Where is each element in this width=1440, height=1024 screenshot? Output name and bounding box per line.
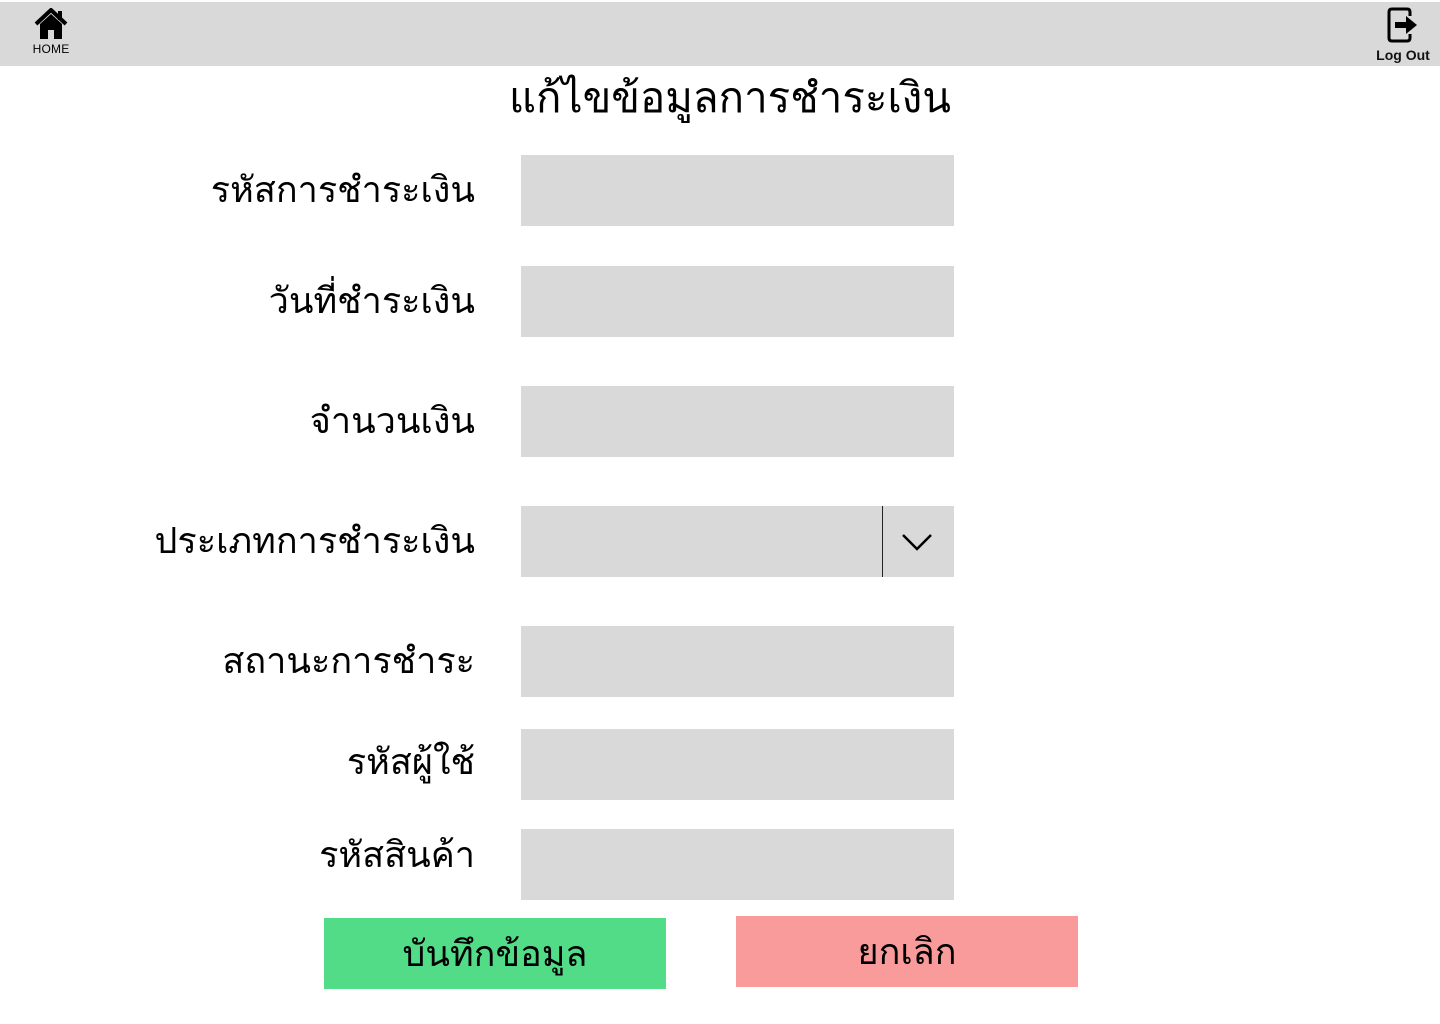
logout-label: Log Out xyxy=(1376,47,1430,63)
page-title: แก้ไขข้อมูลการชำระเงิน xyxy=(508,73,952,122)
payment-id-label: รหัสการชำระเงิน xyxy=(210,170,475,211)
payment-status-input[interactable] xyxy=(521,626,954,697)
user-id-label: รหัสผู้ใช้ xyxy=(346,742,475,783)
logout-icon xyxy=(1387,7,1417,43)
payment-status-label: สถานะการชำระ xyxy=(222,641,475,682)
select-divider xyxy=(882,506,883,577)
cancel-button[interactable]: ยกเลิก xyxy=(736,916,1078,987)
payment-date-label: วันที่ชำระเงิน xyxy=(268,281,475,322)
home-button[interactable]: HOME xyxy=(28,8,74,64)
top-bar: HOME Log Out xyxy=(0,2,1440,66)
payment-id-input[interactable] xyxy=(521,155,954,226)
payment-type-select[interactable] xyxy=(521,506,954,577)
payment-date-input[interactable] xyxy=(521,266,954,337)
amount-label: จำนวนเงิน xyxy=(309,401,475,442)
product-id-input[interactable] xyxy=(521,829,954,900)
logout-button[interactable]: Log Out xyxy=(1370,6,1436,66)
chevron-down-icon[interactable] xyxy=(901,532,933,552)
user-id-input[interactable] xyxy=(521,729,954,800)
save-button[interactable]: บันทึกข้อมูล xyxy=(324,918,666,989)
home-label: HOME xyxy=(32,42,70,56)
amount-input[interactable] xyxy=(521,386,954,457)
product-id-label: รหัสสินค้า xyxy=(319,835,475,876)
payment-type-label: ประเภทการชำระเงิน xyxy=(154,521,475,562)
home-icon xyxy=(34,8,68,39)
